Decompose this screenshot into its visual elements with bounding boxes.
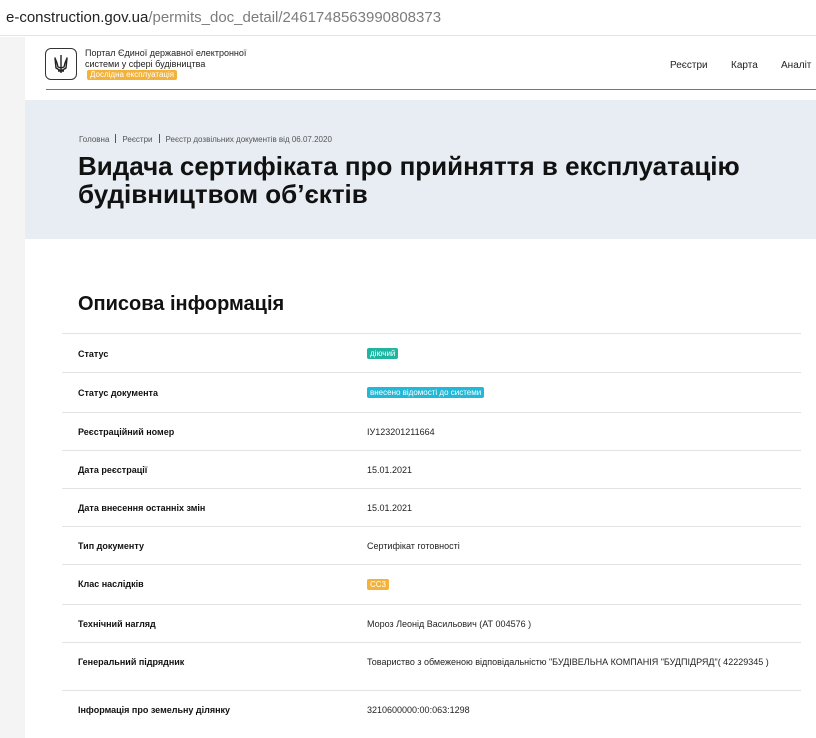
table-row: Клас наслідків СС3 [62, 564, 801, 604]
table-row: Генеральний підрядник Товариство з обмеж… [62, 642, 801, 690]
portal-name-text: Портал Єдиної державної електронної сист… [85, 48, 247, 69]
row-value: Мороз Леонід Васильович (АТ 004576 ) [367, 619, 532, 629]
url-path: /permits_doc_detail/2461748563990808373 [148, 9, 442, 26]
row-label: Технічний нагляд [78, 619, 156, 629]
consequence-class-badge: СС3 [367, 579, 390, 590]
row-value: 15.01.2021 [367, 503, 413, 513]
status-badge: діючий [367, 348, 399, 359]
row-value: ІУ123201211664 [367, 427, 435, 437]
row-label: Тип документу [78, 541, 144, 551]
nav-registries[interactable]: Реєстри [670, 60, 708, 71]
trident-logo-icon[interactable] [45, 48, 77, 80]
address-bar[interactable]: e-construction.gov.ua/permits_doc_detail… [0, 0, 816, 36]
breadcrumb: Головна Реєстри Реєстр дозвільних документ… [79, 134, 332, 144]
row-value: Сертифікат готовності [367, 541, 460, 551]
breadcrumb-current[interactable]: Реєстр дозвільних документів від 06.07.2… [166, 135, 332, 144]
row-value: внесено відомості до системи [367, 387, 485, 398]
portal-name[interactable]: Портал Єдиної державної електронної сист… [85, 48, 250, 80]
page-title-line-1: Видача сертифіката про прийняття в експл… [78, 151, 740, 181]
row-label: Інформація про земельну ділянку [78, 705, 231, 715]
page-gutter [0, 37, 25, 738]
site-header: Портал Єдиної державної електронної сист… [25, 37, 816, 100]
row-value: 3210600000:00:063:1298 [367, 705, 470, 715]
row-label: Реєстраційний номер [78, 427, 175, 437]
table-row: Статус документа внесено відомості до си… [62, 372, 801, 412]
row-value: Товариство з обмеженою відповідальністю … [367, 657, 769, 667]
table-row: Інформація про земельну ділянку 32106000… [62, 690, 801, 728]
breadcrumb-separator [158, 134, 160, 143]
table-row: Статус діючий [62, 333, 801, 372]
row-value: СС3 [367, 579, 390, 590]
hero-banner: Головна Реєстри Реєстр дозвільних документ… [25, 100, 816, 239]
table-row: Дата внесення останніх змін 15.01.2021 [62, 488, 801, 526]
header-divider [46, 89, 816, 90]
breadcrumb-home[interactable]: Головна [79, 135, 109, 144]
table-row: Реєстраційний номер ІУ123201211664 [62, 412, 801, 450]
row-label: Статус [78, 349, 109, 359]
row-label: Дата реєстрації [78, 465, 148, 475]
document-status-badge: внесено відомості до системи [367, 387, 485, 398]
row-value: 15.01.2021 [367, 465, 413, 475]
section-title: Описова інформація [78, 293, 285, 315]
breadcrumb-registries[interactable]: Реєстри [122, 135, 152, 144]
breadcrumb-separator [115, 134, 117, 143]
pilot-badge: Дослідна експлуатація [87, 70, 178, 80]
row-label: Статус документа [78, 388, 158, 398]
row-value: діючий [367, 348, 399, 359]
table-row: Технічний нагляд Мороз Леонід Васильович… [62, 604, 801, 642]
url-host: e-construction.gov.ua [6, 9, 149, 26]
page-title: Видача сертифіката про прийняття в експл… [78, 152, 816, 208]
row-label: Генеральний підрядник [78, 657, 185, 667]
nav-map[interactable]: Карта [731, 60, 758, 71]
row-label: Дата внесення останніх змін [78, 503, 206, 513]
nav-analytics[interactable]: Аналіт [781, 60, 811, 71]
url-text[interactable]: e-construction.gov.ua/permits_doc_detail… [6, 9, 441, 26]
table-row: Дата реєстрації 15.01.2021 [62, 450, 801, 488]
table-row: Тип документу Сертифікат готовності [62, 526, 801, 564]
row-label: Клас наслідків [78, 579, 144, 589]
page-title-line-2: будівництвом об’єктів [78, 179, 368, 209]
